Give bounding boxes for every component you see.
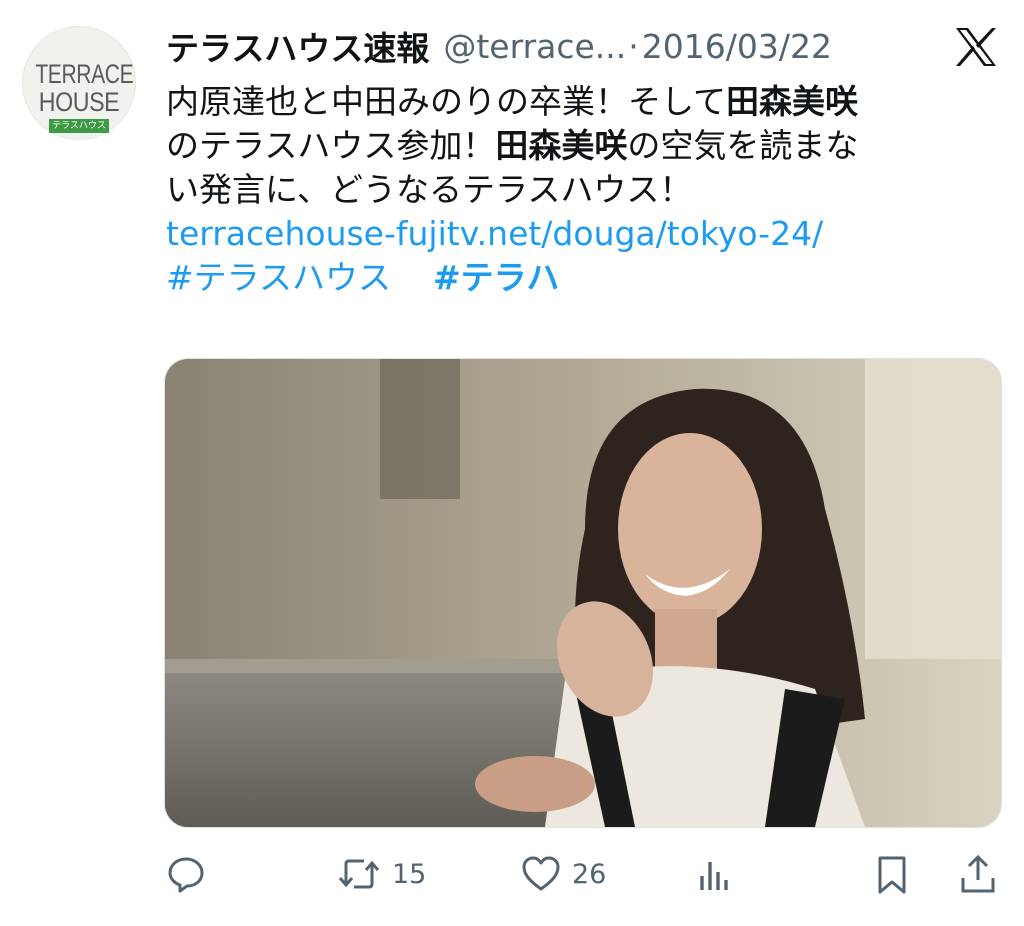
tweet-text-line: のテラスハウス参加！田森美咲の空気を読まな (166, 126, 859, 165)
like-count: 26 (572, 858, 607, 890)
profile-avatar[interactable]: TERRACE HOUSE テラスハウス (22, 26, 136, 140)
tweet-text-line: 内原達也と中田みのりの卒業！そして田森美咲 (166, 82, 859, 121)
avatar-logo-strip: テラスハウス (49, 119, 109, 133)
tweet-date[interactable]: 2016/03/22 (642, 27, 832, 66)
retweet-button[interactable]: 15 (336, 854, 426, 894)
author-handle[interactable]: @terrace... (443, 27, 626, 66)
bookmark-icon (878, 856, 906, 894)
tweet-text: 内原達也と中田みのりの卒業！そして田森美咲 のテラスハウス参加！田森美咲の空気を… (166, 80, 1006, 300)
retweet-count: 15 (392, 858, 427, 890)
tweet-link[interactable]: terracehouse-fujitv.net/douga/tokyo-24/ (166, 214, 823, 253)
share-button[interactable] (958, 854, 998, 896)
heart-icon (522, 856, 560, 891)
avatar-logo-line2: HOUSE (38, 87, 120, 117)
bookmark-button[interactable] (874, 854, 910, 896)
views-button[interactable] (696, 854, 736, 894)
retweet-icon (338, 859, 380, 889)
tweet-media-image[interactable] (164, 358, 1002, 828)
tweet-text-line: い発言に、どうなるテラスハウス！ (166, 170, 693, 209)
separator-dot: · (628, 26, 639, 66)
reply-icon (168, 857, 204, 893)
hashtag-link[interactable]: #テラハ (433, 258, 559, 297)
x-logo-icon (954, 26, 998, 68)
hashtag-link[interactable]: #テラスハウス (166, 258, 391, 297)
avatar-logo-line1: TERRACE (35, 59, 134, 89)
author-name[interactable]: テラスハウス速報 (166, 22, 429, 70)
analytics-icon (700, 862, 728, 890)
tweet-header: テラスハウス速報 @terrace... · 2016/03/22 (166, 22, 832, 70)
reply-button[interactable] (166, 854, 206, 894)
like-button[interactable]: 26 (520, 854, 606, 894)
share-icon (961, 854, 995, 893)
tweet-actions: 15 26 (0, 848, 1024, 900)
